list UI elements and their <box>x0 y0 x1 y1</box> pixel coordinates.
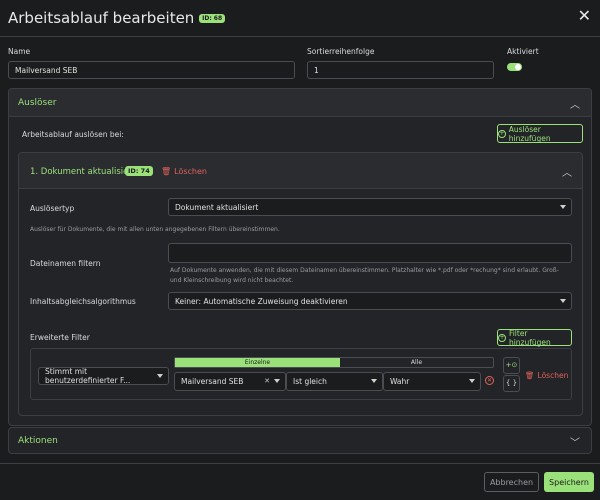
filename-filter-help: Auf Dokumente anwenden, die mit diesem D… <box>170 267 559 284</box>
operator-select[interactable]: Ist gleich <box>286 372 383 391</box>
chevron-up-icon[interactable]: ︿ <box>570 96 580 111</box>
dialog-title: Arbeitsablauf bearbeiten ID: 68 <box>8 9 226 27</box>
advanced-filters-label: Erweiterte Filter <box>30 333 90 342</box>
add-condition-icon[interactable]: +⊙ <box>503 357 520 374</box>
delete-filter-button[interactable]: 🗑 Löschen <box>525 371 568 380</box>
matching-algorithm-select[interactable]: Keiner: Automatische Zuweisung deaktivie… <box>168 292 572 310</box>
delete-trigger-button[interactable]: 🗑 Löschen <box>161 167 207 176</box>
matching-algorithm-label: Inhaltsabgleichsalgorithmus <box>30 297 136 306</box>
name-label: Name <box>8 47 31 56</box>
dropdown-arrow-icon <box>560 205 566 209</box>
custom-field-select[interactable]: Mailversand SEB ✕ <box>174 372 286 391</box>
actions-section[interactable] <box>8 427 592 454</box>
dropdown-arrow-icon <box>274 379 280 383</box>
triggers-section-title: Auslöser <box>18 98 57 108</box>
trigger-id-badge: ID: 74 <box>125 166 153 176</box>
save-button[interactable]: Speichern <box>544 472 594 492</box>
dropdown-arrow-icon <box>469 379 475 383</box>
active-label: Aktiviert <box>507 47 539 56</box>
trigger-on-label: Arbeitsablauf auslösen bei: <box>22 130 124 139</box>
plus-circle-icon: + <box>498 333 506 342</box>
value-select[interactable]: Wahr <box>383 372 481 391</box>
plus-circle-icon: + <box>498 129 506 138</box>
active-toggle[interactable] <box>507 63 522 71</box>
actions-section-title: Aktionen <box>18 436 58 446</box>
dropdown-arrow-icon <box>157 374 163 378</box>
filename-filter-input[interactable] <box>168 243 572 263</box>
chevron-down-icon[interactable]: ﹀ <box>570 434 580 449</box>
clear-icon[interactable]: ✕ <box>264 377 270 385</box>
name-input[interactable]: Mailversand SEB <box>8 61 295 79</box>
trash-icon: 🗑 <box>161 167 172 176</box>
trigger-type-label: Auslösertyp <box>30 204 75 213</box>
trigger-type-help: Auslöser für Dokumente, die mit allen un… <box>30 226 280 233</box>
close-icon[interactable]: ✕ <box>578 8 591 24</box>
sort-order-input[interactable]: 1 <box>307 61 494 79</box>
dropdown-arrow-icon <box>371 379 377 383</box>
trigger-title: 1. Dokument aktualisiert <box>30 167 136 177</box>
tab-single[interactable]: Einzelne <box>175 358 340 367</box>
add-trigger-button[interactable]: + Auslöser hinzufügen <box>497 124 583 143</box>
chevron-up-icon[interactable]: ︿ <box>562 164 572 179</box>
cancel-button[interactable]: Abbrechen <box>484 472 539 492</box>
filter-field-select[interactable]: Stimmt mit benutzerdefinierter F... <box>38 367 169 385</box>
sort-order-label: Sortierreihenfolge <box>307 47 375 56</box>
trash-icon: 🗑 <box>525 371 535 380</box>
filename-filter-label: Dateinamen filtern <box>30 259 101 268</box>
workflow-id-badge: ID: 68 <box>199 14 226 23</box>
remove-condition-icon[interactable]: ✕ <box>485 376 494 385</box>
triggers-section-header[interactable] <box>9 89 591 117</box>
braces-icon[interactable]: { } <box>503 375 520 392</box>
trigger-type-select[interactable]: Dokument aktualisiert <box>168 198 572 216</box>
tab-all[interactable]: Alle <box>340 358 493 367</box>
add-filter-button[interactable]: + Filter hinzufügen <box>497 329 572 347</box>
dropdown-arrow-icon <box>560 299 566 303</box>
